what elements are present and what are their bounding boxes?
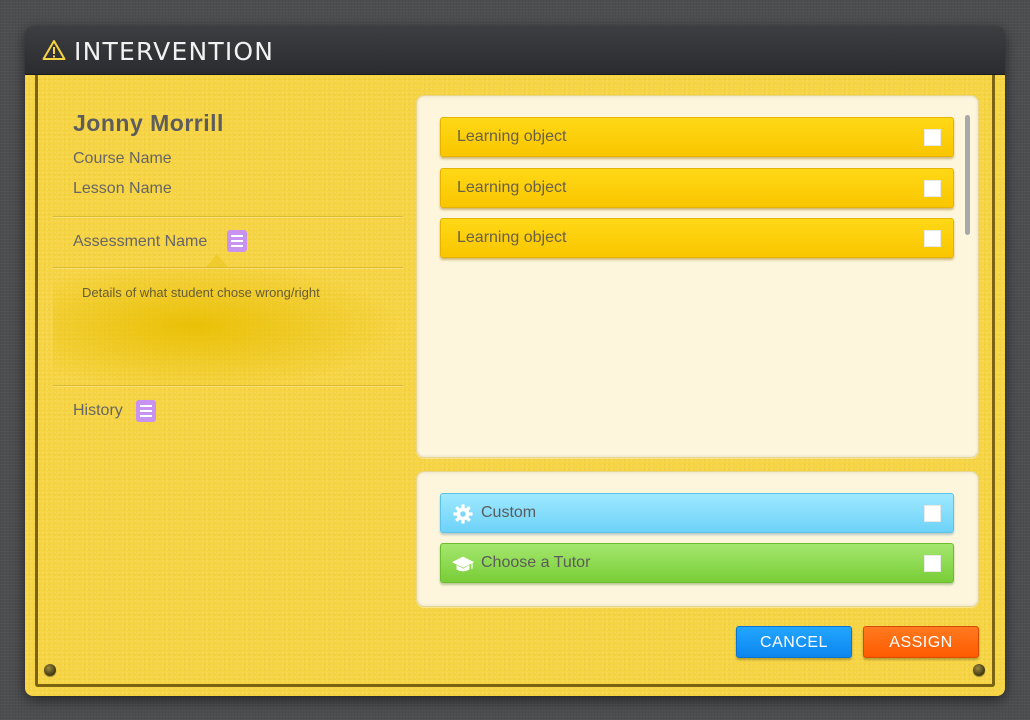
gear-icon xyxy=(453,504,473,524)
learning-object-checkbox[interactable] xyxy=(924,129,941,146)
warning-triangle-icon xyxy=(42,40,66,60)
learning-object-item[interactable]: Learning object xyxy=(440,168,954,208)
lesson-name: Lesson Name xyxy=(73,180,172,197)
learning-object-label: Learning object xyxy=(457,229,567,246)
course-name: Course Name xyxy=(73,150,172,167)
title-bar: INTERVENTION xyxy=(25,26,1005,75)
divider xyxy=(53,385,403,386)
learning-objects-panel: Learning object Learning object Learning… xyxy=(416,95,979,458)
learning-object-label: Learning object xyxy=(457,128,567,145)
divider xyxy=(53,216,403,217)
dialog-title: INTERVENTION xyxy=(74,37,275,66)
assign-button[interactable]: ASSIGN xyxy=(863,626,979,658)
graduation-cap-icon xyxy=(451,556,475,572)
rivet-left xyxy=(44,664,56,676)
custom-option-checkbox[interactable] xyxy=(924,505,941,522)
custom-option[interactable]: Custom xyxy=(440,493,954,533)
intervention-dialog: INTERVENTION Jonny Morrill Course Name L… xyxy=(25,26,1005,696)
assessment-list-icon[interactable] xyxy=(227,230,247,252)
choose-tutor-option-label: Choose a Tutor xyxy=(481,554,591,571)
options-panel: Custom Choose a Tutor xyxy=(416,471,979,607)
scrollbar[interactable] xyxy=(965,115,970,235)
student-name: Jonny Morrill xyxy=(73,110,224,136)
dialog-body: Jonny Morrill Course Name Lesson Name As… xyxy=(25,75,1005,696)
choose-tutor-option-checkbox[interactable] xyxy=(924,555,941,572)
history-label[interactable]: History xyxy=(73,402,123,420)
details-pointer xyxy=(206,254,228,267)
assessment-name[interactable]: Assessment Name xyxy=(73,233,207,251)
rivet-right xyxy=(973,664,985,676)
divider xyxy=(53,267,403,268)
learning-object-checkbox[interactable] xyxy=(924,180,941,197)
assessment-details-text: Details of what student chose wrong/righ… xyxy=(82,285,320,300)
cancel-button[interactable]: CANCEL xyxy=(736,626,852,658)
learning-object-item[interactable]: Learning object xyxy=(440,218,954,258)
learning-object-checkbox[interactable] xyxy=(924,230,941,247)
learning-object-item[interactable]: Learning object xyxy=(440,117,954,157)
custom-option-label: Custom xyxy=(481,504,537,521)
learning-object-label: Learning object xyxy=(457,179,567,196)
history-list-icon[interactable] xyxy=(136,400,156,422)
choose-tutor-option[interactable]: Choose a Tutor xyxy=(440,543,954,583)
